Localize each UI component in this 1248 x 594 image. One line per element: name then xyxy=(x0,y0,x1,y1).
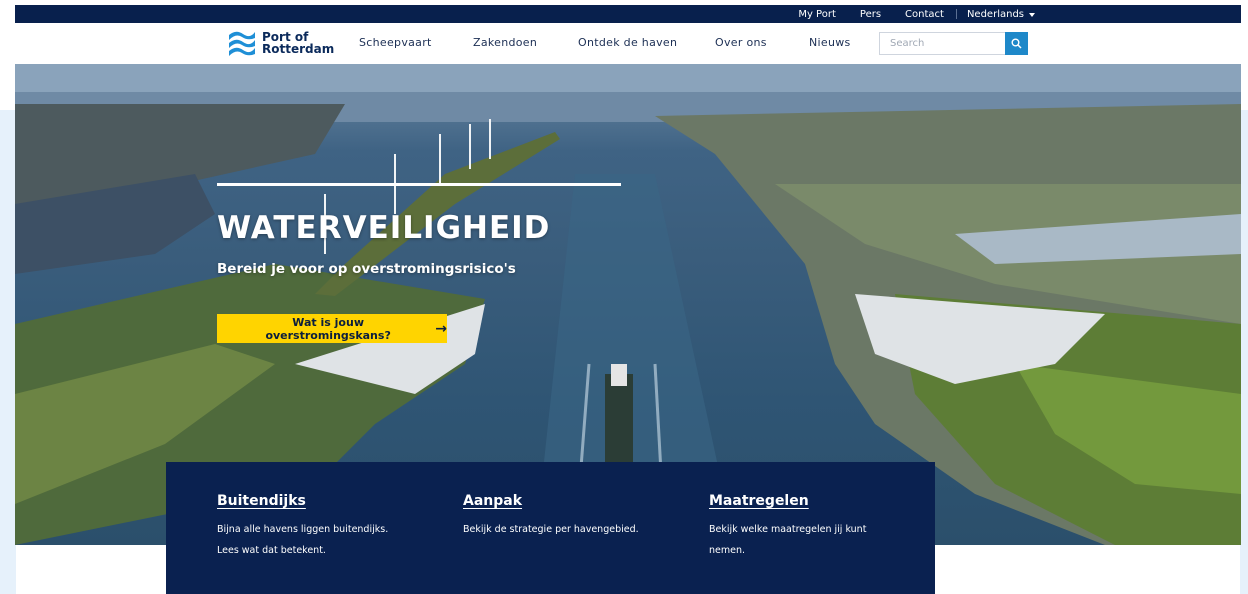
side-accent-right xyxy=(1240,110,1248,594)
arrow-right-icon: → xyxy=(435,320,447,337)
search-button[interactable] xyxy=(1005,32,1028,55)
side-accent-left xyxy=(0,110,16,594)
search-box xyxy=(879,32,1028,55)
info-column-aanpak: Aanpak Bekijk de strategie per havengebi… xyxy=(463,493,653,540)
pers-link[interactable]: Pers xyxy=(860,9,881,20)
nav-nieuws[interactable]: Nieuws xyxy=(809,36,851,49)
info-column-maatregelen: Maatregelen Bekijk welke maatregelen jij… xyxy=(709,493,899,561)
aanpak-link[interactable]: Aanpak xyxy=(463,493,653,509)
nav-items: Scheepvaart Zakendoen Ontdek de haven Ov… xyxy=(15,23,1241,64)
hero-rule xyxy=(217,183,621,186)
utility-divider xyxy=(955,9,957,19)
utility-links: My Port Pers Contact Nederlands xyxy=(798,5,1035,23)
maatregelen-desc: Bekijk welke maatregelen jij kunt nemen. xyxy=(709,524,867,556)
maatregelen-link[interactable]: Maatregelen xyxy=(709,493,899,509)
chevron-down-icon xyxy=(1029,13,1035,17)
nav-over-ons[interactable]: Over ons xyxy=(715,36,767,49)
hero-subtitle: Bereid je voor op overstromingsrisico's xyxy=(217,261,516,277)
cta-label: Wat is jouw overstromingskans? xyxy=(265,315,391,342)
nav-ontdek-de-haven[interactable]: Ontdek de haven xyxy=(578,36,677,49)
hero-title: WATERVEILIGHEID xyxy=(217,210,551,246)
nav-zakendoen[interactable]: Zakendoen xyxy=(473,36,537,49)
my-port-link[interactable]: My Port xyxy=(798,9,836,20)
buitendijks-desc: Bijna alle havens liggen buitendijks. Le… xyxy=(217,524,389,556)
language-label: Nederlands xyxy=(966,8,1024,20)
info-panel: Buitendijks Bijna alle havens liggen bui… xyxy=(166,462,935,594)
aanpak-desc: Bekijk de strategie per havengebied. xyxy=(463,524,639,535)
nav-scheepvaart[interactable]: Scheepvaart xyxy=(359,36,432,49)
buitendijks-link[interactable]: Buitendijks xyxy=(217,493,407,509)
search-input[interactable] xyxy=(879,32,1005,55)
contact-link[interactable]: Contact xyxy=(905,9,944,20)
info-column-buitendijks: Buitendijks Bijna alle havens liggen bui… xyxy=(217,493,407,561)
search-icon xyxy=(1011,38,1022,49)
flood-risk-cta-button[interactable]: Wat is jouw overstromingskans? → xyxy=(217,314,447,343)
language-selector[interactable]: Nederlands xyxy=(967,9,1035,20)
utility-bar: My Port Pers Contact Nederlands xyxy=(15,5,1241,23)
main-navigation: Port of Rotterdam Scheepvaart Zakendoen … xyxy=(15,23,1241,64)
